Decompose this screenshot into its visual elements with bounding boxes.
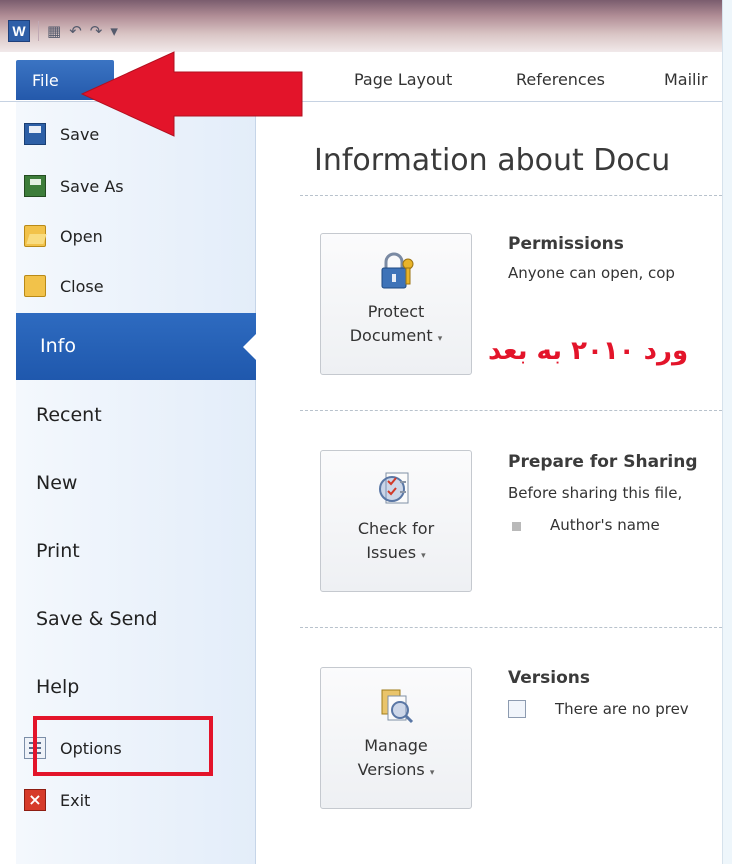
window-edge: [722, 0, 732, 864]
menu-item-close[interactable]: Close: [24, 266, 104, 306]
menu-item-help[interactable]: Help: [36, 676, 79, 698]
author-name-bullet: Author's name: [550, 516, 660, 534]
save-icon: [24, 123, 46, 145]
menu-item-save-as-label: Save As: [60, 176, 124, 196]
menu-item-print[interactable]: Print: [36, 540, 80, 562]
close-folder-icon: [24, 275, 46, 297]
options-highlight-box: [33, 716, 213, 776]
customize-toolbar-icon[interactable]: ▾: [110, 22, 118, 40]
check-for-issues-label: Check for Issues ▾: [357, 519, 435, 562]
redo-icon[interactable]: ↷: [90, 22, 103, 40]
manage-versions-button[interactable]: Manage Versions ▾: [320, 667, 472, 809]
menu-item-info-label: Info: [40, 335, 76, 357]
lock-key-icon: [376, 250, 416, 294]
section-divider: [300, 627, 722, 628]
versions-icon: [376, 684, 416, 728]
permissions-text: Anyone can open, cop: [508, 264, 675, 282]
menu-item-info[interactable]: Info: [16, 313, 257, 380]
quick-access-toolbar: W ▦ ↶ ↷ ▾: [8, 20, 118, 42]
save-icon[interactable]: ▦: [47, 22, 61, 40]
exit-icon: ×: [24, 789, 46, 811]
toolbar-separator: [38, 21, 39, 41]
word-app-icon[interactable]: W: [8, 20, 30, 42]
save-as-icon: [24, 175, 46, 197]
document-version-icon: [508, 700, 526, 718]
menu-item-recent[interactable]: Recent: [36, 404, 102, 426]
title-bar: W ▦ ↶ ↷ ▾: [0, 0, 722, 52]
selected-pointer: [243, 333, 257, 361]
manage-versions-label: Manage Versions ▾: [357, 736, 435, 779]
menu-item-open[interactable]: Open: [24, 216, 103, 256]
prepare-sharing-text: Before sharing this file,: [508, 484, 683, 502]
permissions-heading: Permissions: [508, 234, 624, 254]
versions-text: There are no prev: [555, 700, 689, 718]
menu-item-new[interactable]: New: [36, 472, 77, 494]
menu-item-exit[interactable]: × Exit: [24, 780, 90, 820]
protect-document-button[interactable]: Protect Document ▾: [320, 233, 472, 375]
undo-icon[interactable]: ↶: [69, 22, 82, 40]
section-divider: [300, 195, 722, 196]
annotation-text: ورد ۲۰۱۰ به بعد: [488, 336, 689, 366]
page-title: Information about Docu: [314, 143, 671, 178]
tab-references[interactable]: References: [516, 70, 605, 89]
prepare-sharing-heading: Prepare for Sharing: [508, 452, 698, 472]
protect-document-label: Protect Document ▾: [349, 302, 443, 345]
menu-item-exit-label: Exit: [60, 790, 91, 810]
open-folder-icon: [24, 225, 46, 247]
bullet-icon: [512, 522, 521, 531]
versions-heading: Versions: [508, 668, 590, 688]
menu-item-close-label: Close: [60, 276, 104, 296]
tab-page-layout[interactable]: Page Layout: [354, 70, 452, 89]
check-for-issues-button[interactable]: Check for Issues ▾: [320, 450, 472, 592]
checklist-icon: [376, 467, 416, 511]
red-arrow-annotation: [80, 51, 303, 137]
menu-item-save-as[interactable]: Save As: [24, 166, 124, 206]
section-divider: [300, 410, 722, 411]
tab-mailings[interactable]: Mailir: [664, 70, 708, 89]
menu-item-save-send[interactable]: Save & Send: [36, 608, 157, 630]
menu-item-open-label: Open: [60, 226, 103, 246]
